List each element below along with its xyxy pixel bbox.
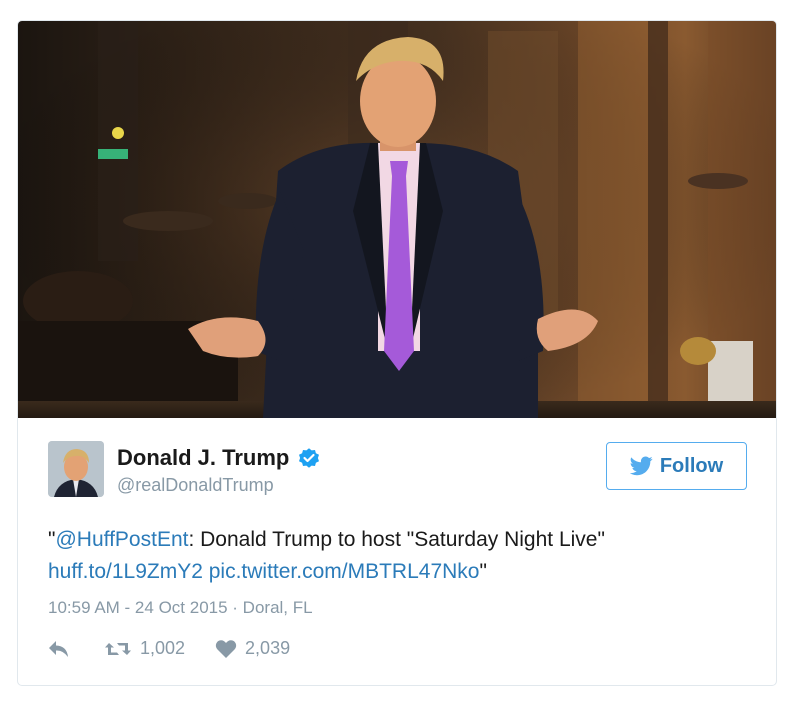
meta-separator: ·: [227, 598, 243, 617]
twitter-bird-icon: [629, 456, 653, 476]
retweet-button[interactable]: 1,002: [104, 638, 185, 659]
pic-link[interactable]: pic.twitter.com/MBTRL47Nko: [209, 560, 480, 583]
display-name[interactable]: Donald J. Trump: [117, 445, 289, 471]
like-button[interactable]: 2,039: [215, 638, 290, 659]
tweet-photo[interactable]: [18, 21, 776, 418]
like-count: 2,039: [245, 638, 291, 658]
timestamp[interactable]: 10:59 AM - 24 Oct 2015: [48, 598, 228, 617]
retweet-icon: [105, 642, 131, 655]
follow-label: Follow: [659, 454, 724, 477]
tweet-text: " @HuffPostEnt: Donald Trump to host "Sat…: [48, 524, 748, 588]
tweet-body: : Donald Trump to host "Saturday Night L…: [188, 528, 605, 551]
tweet-meta: 10:59 AM - 24 Oct 2015 · Doral, FL: [48, 598, 313, 618]
name-row: Donald J. Trump: [117, 445, 321, 471]
reply-icon: [49, 640, 68, 657]
heart-icon: [215, 639, 237, 658]
avatar[interactable]: [48, 441, 104, 497]
url-link[interactable]: huff.to/1L9ZmY2: [48, 560, 203, 583]
reply-button[interactable]: [48, 640, 70, 658]
follow-button[interactable]: Follow: [606, 442, 747, 490]
mention-link[interactable]: @HuffPostEnt: [55, 528, 188, 551]
verified-badge-icon: [297, 446, 321, 470]
retweet-count: 1,002: [140, 638, 186, 658]
handle[interactable]: @realDonaldTrump: [117, 475, 274, 496]
location[interactable]: Doral, FL: [243, 598, 313, 617]
stage-photo: [18, 21, 776, 418]
quote-close: ": [479, 560, 487, 583]
tweet-card: Donald J. Trump @realDonaldTrump Follow …: [17, 20, 777, 686]
tweet-actions: 1,002 2,039: [48, 638, 290, 659]
